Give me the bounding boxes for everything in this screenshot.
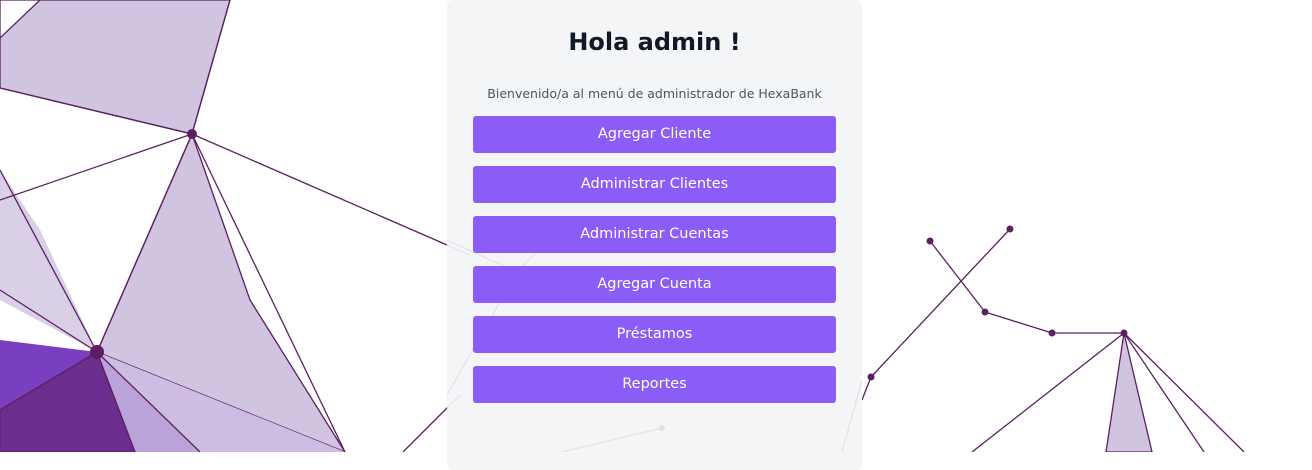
- reports-button[interactable]: Reportes: [473, 366, 836, 403]
- add-account-button[interactable]: Agregar Cuenta: [473, 266, 836, 303]
- manage-accounts-button[interactable]: Administrar Cuentas: [473, 216, 836, 253]
- admin-menu-card: Hola admin ! Bienvenido/a al menú de adm…: [447, 0, 862, 470]
- page-title: Hola admin !: [568, 28, 741, 56]
- bg-polygon: [0, 0, 231, 135]
- bg-polygon: [1105, 332, 1153, 452]
- manage-clients-button[interactable]: Administrar Clientes: [473, 166, 836, 203]
- add-client-button[interactable]: Agregar Cliente: [473, 116, 836, 153]
- loans-button[interactable]: Préstamos: [473, 316, 836, 353]
- welcome-subtitle: Bienvenido/a al menú de administrador de…: [487, 86, 822, 101]
- admin-menu: Agregar Cliente Administrar Clientes Adm…: [447, 116, 862, 403]
